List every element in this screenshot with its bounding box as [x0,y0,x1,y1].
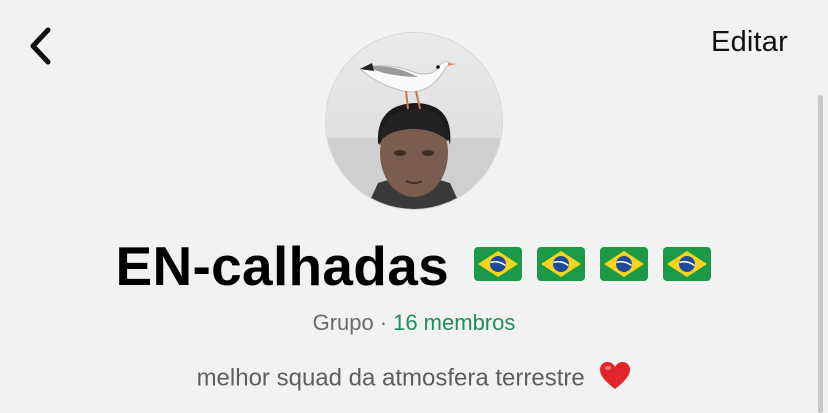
chevron-left-icon [30,27,51,65]
flags [473,246,712,282]
group-name: EN-calhadas [115,235,449,297]
edit-button[interactable]: Editar [711,26,788,59]
group-meta: Grupo · 16 membros [0,310,828,336]
back-button[interactable] [22,22,58,70]
description-text: melhor squad da atmosfera terrestre [196,364,585,392]
members-link[interactable]: 16 membros [393,310,515,335]
group-name-row: EN-calhadas [0,234,828,298]
group-description: melhor squad da atmosfera terrestre [0,362,828,394]
meta-separator: · [379,310,388,335]
brazil-flag-icon [474,247,523,281]
brazil-flag-icon [537,247,586,281]
avatar-image [326,33,502,209]
group-type-label: Grupo [312,310,374,335]
brazil-flag-icon [663,247,712,281]
brazil-flag-icon [600,247,649,281]
red-heart-icon [600,362,631,389]
avatar[interactable] [326,33,502,209]
